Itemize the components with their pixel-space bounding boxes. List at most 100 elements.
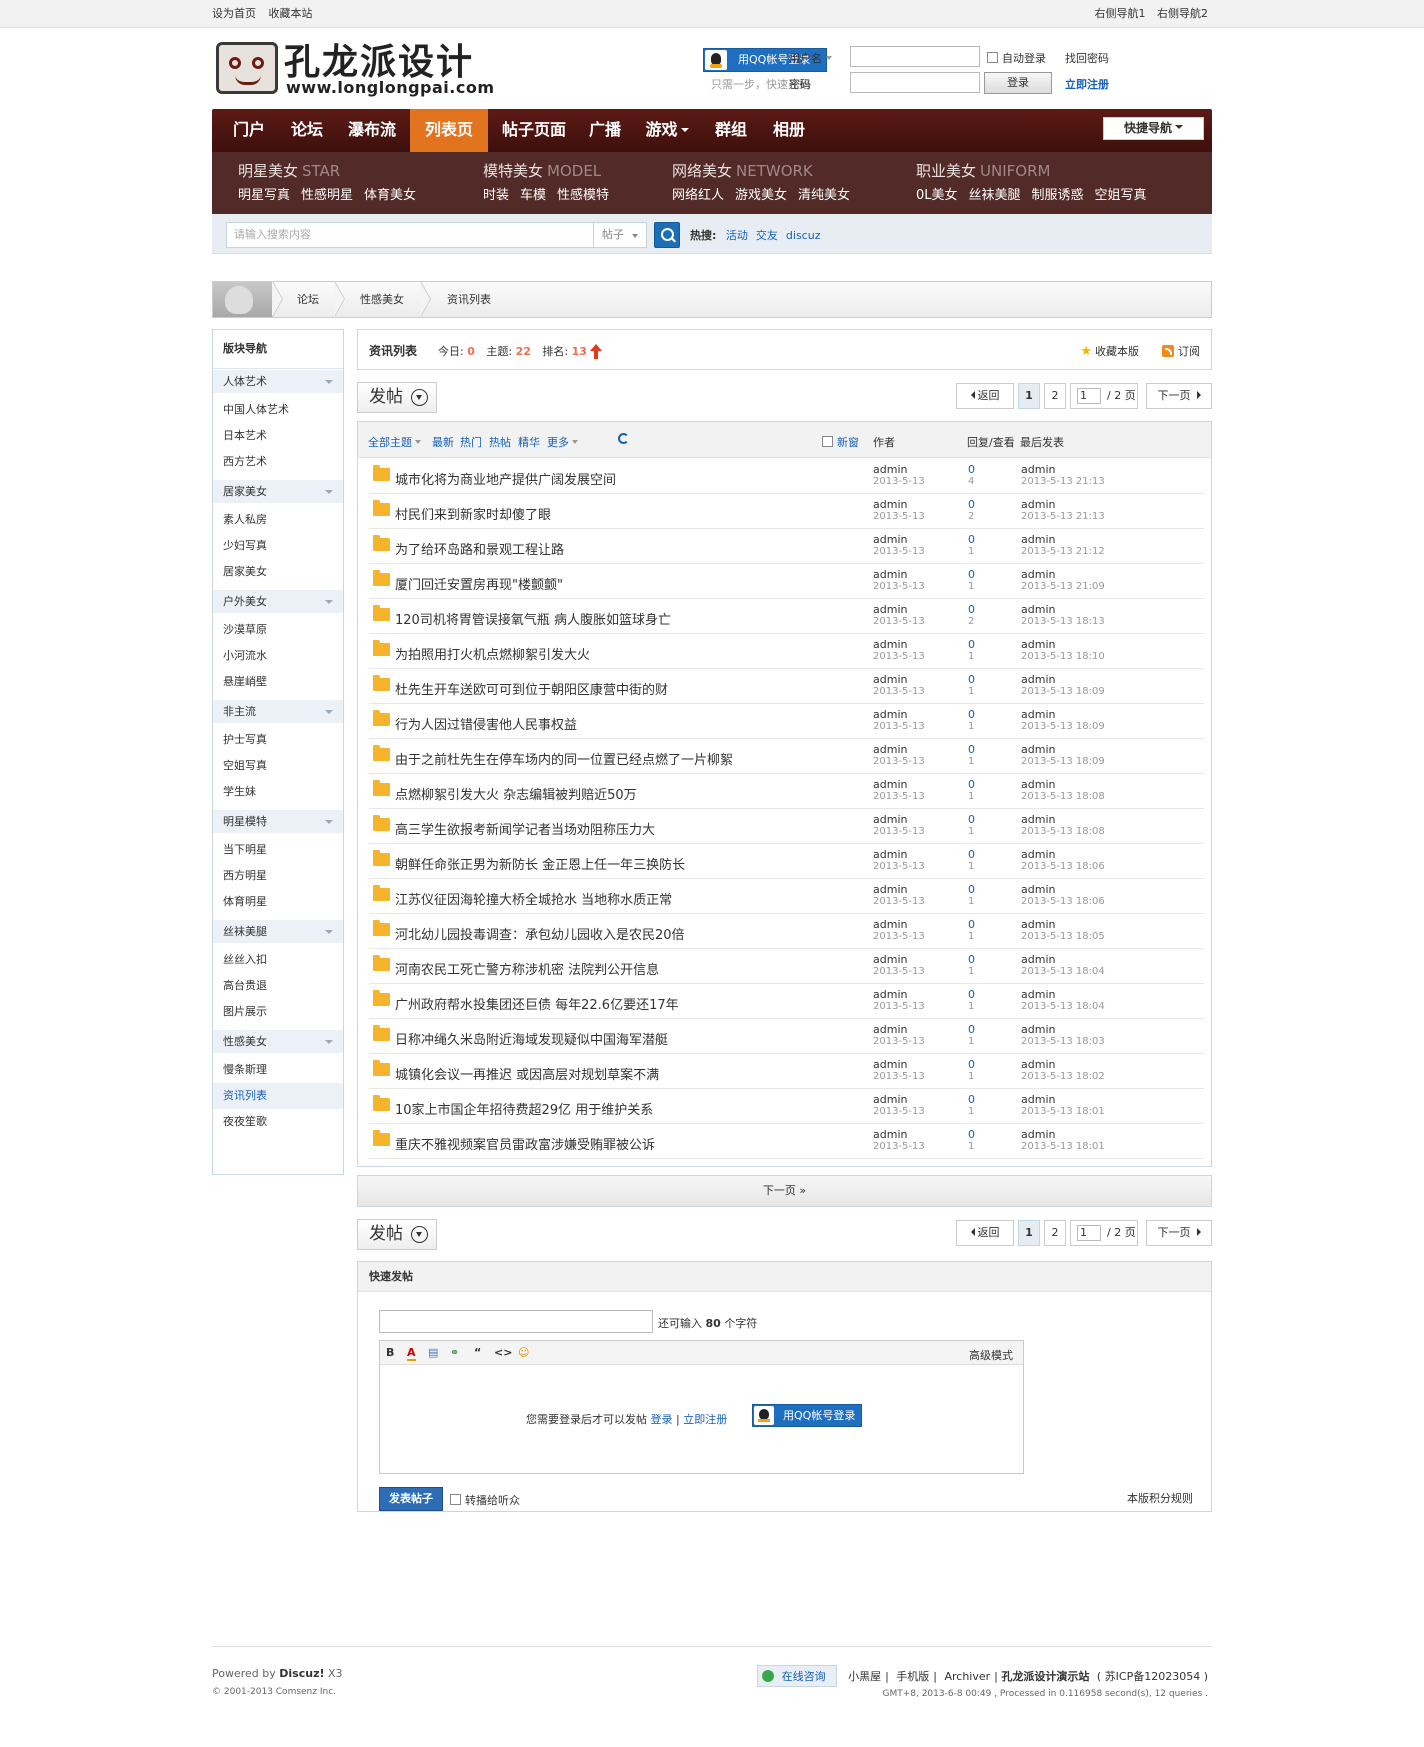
next-page-button[interactable]: 下一页 <box>1146 383 1212 409</box>
author-link[interactable]: admin <box>873 1129 925 1141</box>
thread-title-link[interactable]: 朝鲜任命张正男为新防长 金正恩上任一年三换防长 <box>395 854 685 873</box>
sidebar-item[interactable]: 慢条斯理 <box>213 1057 343 1083</box>
sidebar-item[interactable]: 丝丝入扣 <box>213 947 343 973</box>
set-homepage-link[interactable]: 设为首页 <box>212 7 256 20</box>
blacklist-link[interactable]: 小黑屋 <box>848 1670 881 1683</box>
last-poster-link[interactable]: admin <box>1021 464 1105 476</box>
last-poster-link[interactable]: admin <box>1021 849 1105 861</box>
reply-count[interactable]: 0 <box>968 674 975 686</box>
sidebar-category[interactable]: 性感美女 <box>213 1029 343 1053</box>
page-jump-input[interactable]: 1 <box>1077 388 1101 404</box>
author-link[interactable]: admin <box>873 674 925 686</box>
author-link[interactable]: admin <box>873 1024 925 1036</box>
thread-title-link[interactable]: 江苏仪征因海轮撞大桥全城抢水 当地称水质正常 <box>395 889 672 908</box>
quick-nav-button[interactable]: 快捷导航 <box>1103 117 1204 140</box>
editor-register-link[interactable]: 立即注册 <box>683 1413 727 1426</box>
author-link[interactable]: admin <box>873 499 925 511</box>
sidebar-item[interactable]: 资讯列表 <box>213 1083 343 1109</box>
last-post-time[interactable]: 2013-5-13 18:09 <box>1021 686 1105 698</box>
author-link[interactable]: admin <box>873 779 925 791</box>
search-button[interactable] <box>654 222 680 248</box>
nav-item-waterfall[interactable]: 瀑布流 <box>338 109 406 152</box>
last-post-time[interactable]: 2013-5-13 18:10 <box>1021 651 1105 663</box>
author-link[interactable]: admin <box>873 464 925 476</box>
search-input[interactable]: 请输入搜索内容 <box>226 222 594 248</box>
last-post-time[interactable]: 2013-5-13 18:06 <box>1021 896 1105 908</box>
last-poster-link[interactable]: admin <box>1021 814 1105 826</box>
rss-subscribe-button[interactable]: 订阅 <box>1162 343 1200 359</box>
last-post-time[interactable]: 2013-5-13 18:08 <box>1021 791 1105 803</box>
icp-link[interactable]: ( 苏ICP备12023054 ) <box>1097 1670 1208 1683</box>
auto-login-option[interactable]: 自动登录 <box>987 50 1046 66</box>
site-logo[interactable]: 孔龙派设计 www.longlongpai.com <box>216 42 506 98</box>
page-2-button[interactable]: 2 <box>1044 383 1066 409</box>
register-link[interactable]: 立即注册 <box>1065 76 1109 92</box>
broadcast-option[interactable]: 转播给听众 <box>450 1492 520 1508</box>
page-jump-input[interactable]: 1 <box>1077 1225 1101 1241</box>
subnav-link[interactable]: 清纯美女 <box>798 188 850 203</box>
author-link[interactable]: admin <box>873 989 925 1001</box>
reply-count[interactable]: 0 <box>968 744 975 756</box>
reply-count[interactable]: 0 <box>968 534 975 546</box>
last-post-time[interactable]: 2013-5-13 18:03 <box>1021 1036 1105 1048</box>
nav-item-thread[interactable]: 帖子页面 <box>492 109 576 152</box>
bookmark-site-link[interactable]: 收藏本站 <box>269 7 313 20</box>
editor-login-link[interactable]: 登录 <box>651 1413 673 1426</box>
last-post-time[interactable]: 2013-5-13 18:04 <box>1021 966 1105 978</box>
author-link[interactable]: admin <box>873 569 925 581</box>
nav-item-albums[interactable]: 相册 <box>762 109 816 152</box>
thread-title-link[interactable]: 河南农民工死亡警方称涉机密 法院判公开信息 <box>395 959 659 978</box>
nav-item-portal[interactable]: 门户 <box>222 109 276 152</box>
last-post-time[interactable]: 2013-5-13 18:01 <box>1021 1106 1105 1118</box>
broadcast-checkbox[interactable] <box>450 1494 461 1505</box>
sidebar-item[interactable]: 当下明星 <box>213 837 343 863</box>
username-label[interactable]: 用户名 <box>789 50 832 66</box>
sidebar-item[interactable]: 夜夜笙歌 <box>213 1109 343 1135</box>
mobile-link[interactable]: 手机版 <box>896 1670 929 1683</box>
subnav-link[interactable]: 时装 <box>483 188 509 203</box>
subnav-link[interactable]: 游戏美女 <box>735 188 787 203</box>
next-page-button[interactable]: 下一页 <box>1146 1220 1212 1246</box>
last-poster-link[interactable]: admin <box>1021 1024 1105 1036</box>
sidebar-item[interactable]: 西方明星 <box>213 863 343 889</box>
new-window-toggle[interactable]: 新窗 <box>822 434 859 450</box>
last-poster-link[interactable]: admin <box>1021 1094 1105 1106</box>
last-post-time[interactable]: 2013-5-13 18:08 <box>1021 826 1105 838</box>
reply-count[interactable]: 0 <box>968 1059 975 1071</box>
bold-icon[interactable]: B <box>386 1346 394 1359</box>
refresh-icon[interactable] <box>618 433 629 444</box>
last-poster-link[interactable]: admin <box>1021 639 1105 651</box>
sidebar-item[interactable]: 小河流水 <box>213 643 343 669</box>
back-button[interactable]: 返回 <box>956 1220 1014 1246</box>
subnav-link[interactable]: 丝袜美腿 <box>969 188 1021 203</box>
sidebar-category[interactable]: 户外美女 <box>213 589 343 613</box>
reply-count[interactable]: 0 <box>968 464 975 476</box>
back-button[interactable]: 返回 <box>956 383 1014 409</box>
sidebar-item[interactable]: 西方艺术 <box>213 449 343 475</box>
reply-count[interactable]: 0 <box>968 709 975 721</box>
subnav-link[interactable]: 网络红人 <box>672 188 724 203</box>
subnav-link[interactable]: 性感模特 <box>557 188 609 203</box>
last-poster-link[interactable]: admin <box>1021 1129 1105 1141</box>
thread-title-link[interactable]: 河北幼儿园投毒调查：承包幼儿园收入是农民20倍 <box>395 924 685 943</box>
thread-title-link[interactable]: 行为人因过错侵害他人民事权益 <box>395 714 577 733</box>
thread-title-link[interactable]: 日称冲绳久米岛附近海域发现疑似中国海军潜艇 <box>395 1029 668 1048</box>
subnav-link[interactable]: 性感明星 <box>301 188 353 203</box>
sidebar-item[interactable]: 学生妹 <box>213 779 343 805</box>
sidebar-category[interactable]: 丝袜美腿 <box>213 919 343 943</box>
thread-title-link[interactable]: 村民们来到新家时却傻了眼 <box>395 504 551 523</box>
forgot-password-link[interactable]: 找回密码 <box>1065 50 1109 66</box>
home-avatar-icon[interactable] <box>213 282 273 317</box>
online-consult-button[interactable]: 在线咨询 <box>756 1665 837 1687</box>
editor-qq-login-button[interactable]: 用QQ帐号登录 <box>752 1404 862 1427</box>
sidebar-item[interactable]: 日本艺术 <box>213 423 343 449</box>
nav-item-list[interactable]: 列表页 <box>410 109 488 152</box>
page-1-button[interactable]: 1 <box>1018 1220 1040 1246</box>
thread-title-link[interactable]: 杜先生开车送欧可可到位于朝阳区康营中街的财 <box>395 679 668 698</box>
last-poster-link[interactable]: admin <box>1021 1059 1105 1071</box>
subnav-link[interactable]: 体育美女 <box>364 188 416 203</box>
last-poster-link[interactable]: admin <box>1021 709 1105 721</box>
sidebar-category[interactable]: 居家美女 <box>213 479 343 503</box>
last-post-time[interactable]: 2013-5-13 18:01 <box>1021 1141 1105 1153</box>
right-nav-1-link[interactable]: 右侧导航1 <box>1095 7 1146 20</box>
